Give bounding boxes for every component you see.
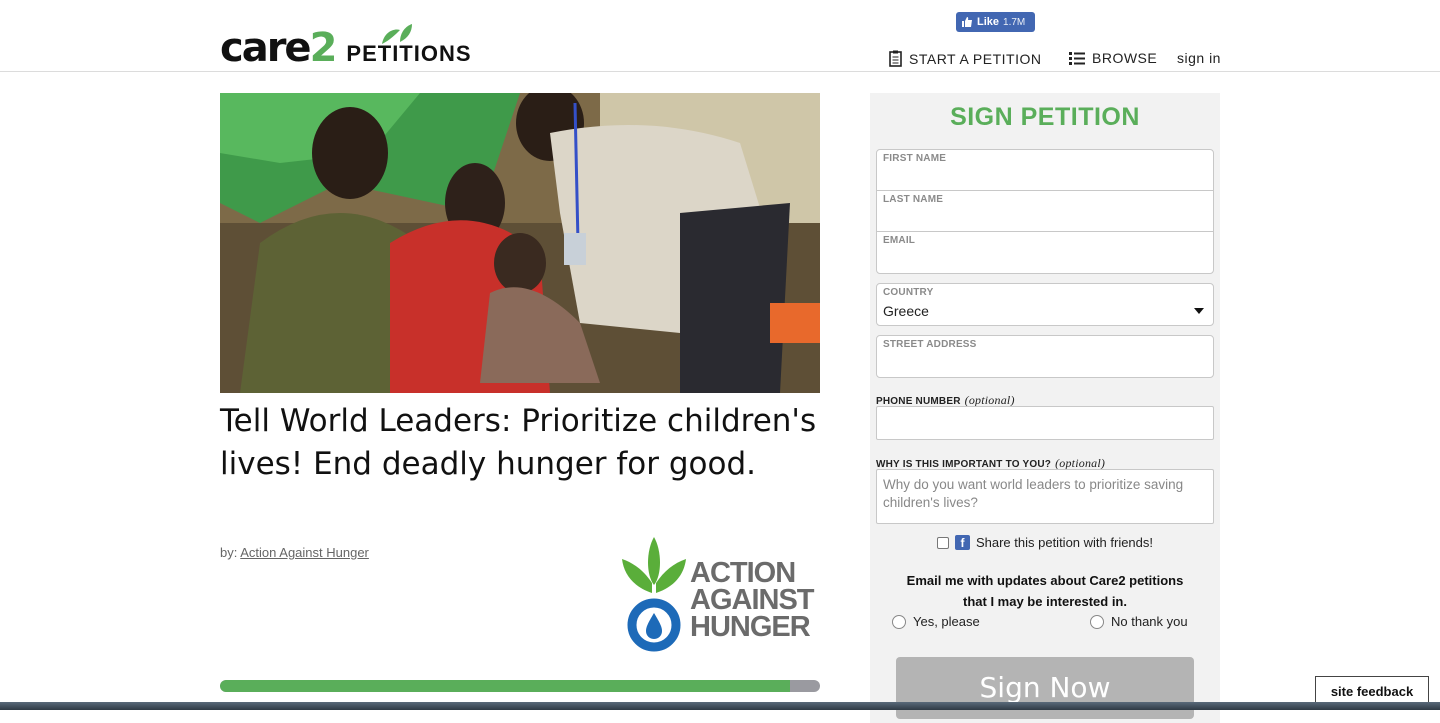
country-field[interactable]: COUNTRY Greece <box>877 284 1213 325</box>
like-count: 1.7M <box>1003 16 1026 28</box>
sign-petition-heading: SIGN PETITION <box>950 103 1140 131</box>
radio-no-circle[interactable] <box>1090 614 1104 629</box>
sign-petition-panel: SIGN PETITION FIRST NAME LAST NAME EMAIL… <box>870 93 1220 723</box>
petition-byline: by: Action Against Hunger <box>220 545 369 560</box>
site-header: care 2 PETITIONS Like 1.7M START A PETIT… <box>0 0 1440 72</box>
email-label: EMAIL <box>883 235 916 246</box>
radio-yes[interactable]: Yes, please <box>892 614 980 629</box>
country-label: COUNTRY <box>883 287 934 298</box>
progress-fill <box>220 680 790 692</box>
share-label: Share this petition with friends! <box>975 535 1154 550</box>
share-checkbox[interactable] <box>936 536 949 549</box>
nav-sign-in[interactable]: sign in <box>1177 50 1221 66</box>
phone-optional: (optional) <box>964 393 1015 407</box>
aah-wordmark: ACTION AGAINST HUNGER <box>690 557 814 643</box>
care2-logo[interactable]: care 2 PETITIONS <box>220 20 472 70</box>
share-row: f Share this petition with friends! <box>870 535 1220 550</box>
petition-title: Tell World Leaders: Prioritize children'… <box>220 403 817 482</box>
radio-yes-circle[interactable] <box>892 614 906 629</box>
logo-two-text: 2 <box>309 24 412 71</box>
nav-browse[interactable]: BROWSE <box>1069 50 1157 66</box>
like-label: Like <box>977 16 1000 28</box>
street-field[interactable]: STREET ADDRESS <box>877 336 1213 377</box>
phone-input[interactable] <box>876 406 1214 440</box>
nav-browse-label: BROWSE <box>1092 50 1158 66</box>
country-select[interactable]: COUNTRY Greece <box>876 283 1214 326</box>
first-name-label: FIRST NAME <box>883 153 947 164</box>
street-label: STREET ADDRESS <box>883 339 977 350</box>
last-name-label: LAST NAME <box>883 194 944 205</box>
radio-no[interactable]: No thank you <box>1090 614 1188 629</box>
street-address-field[interactable]: STREET ADDRESS <box>876 335 1214 378</box>
aah-word-2: AGAINST <box>690 584 814 616</box>
clipboard-icon <box>889 50 902 67</box>
why-optional: (optional) <box>1055 456 1106 470</box>
aah-symbol-icon <box>622 537 686 652</box>
nav-start-label: START A PETITION <box>909 50 1042 67</box>
email-updates-question: Email me with updates about Care2 petiti… <box>870 570 1220 612</box>
signature-progress-bar <box>220 680 820 692</box>
radio-yes-label: Yes, please <box>913 614 980 629</box>
logo-two: 2 <box>309 25 338 71</box>
first-name-field[interactable]: FIRST NAME <box>877 150 1213 191</box>
email-question-text: Email me with updates about Care2 petiti… <box>906 573 1184 609</box>
chevron-down-icon <box>1194 308 1204 314</box>
list-icon <box>1069 51 1085 65</box>
email-field[interactable]: EMAIL <box>877 232 1213 273</box>
why-textarea[interactable]: Why do you want world leaders to priorit… <box>876 469 1214 524</box>
nav-signin-label: sign in <box>1177 50 1221 66</box>
facebook-like-button[interactable]: Like 1.7M <box>956 12 1035 32</box>
logo-care-text: care <box>220 25 312 71</box>
aah-word-3: HUNGER <box>690 611 811 643</box>
petition-photo <box>220 93 820 393</box>
last-name-field[interactable]: LAST NAME <box>877 191 1213 232</box>
aah-word-1: ACTION <box>690 557 796 589</box>
author-link[interactable]: Action Against Hunger <box>240 545 369 560</box>
thumbs-up-icon <box>962 17 972 27</box>
leaf-icon <box>381 24 412 44</box>
name-email-group: FIRST NAME LAST NAME EMAIL <box>876 149 1214 274</box>
petition-photo-illustration <box>220 93 820 393</box>
nav-start-petition[interactable]: START A PETITION <box>889 50 1041 67</box>
byline-prefix: by: <box>220 545 238 560</box>
facebook-icon: f <box>954 535 970 550</box>
radio-no-label: No thank you <box>1111 614 1188 629</box>
country-value: Greece <box>883 303 929 319</box>
